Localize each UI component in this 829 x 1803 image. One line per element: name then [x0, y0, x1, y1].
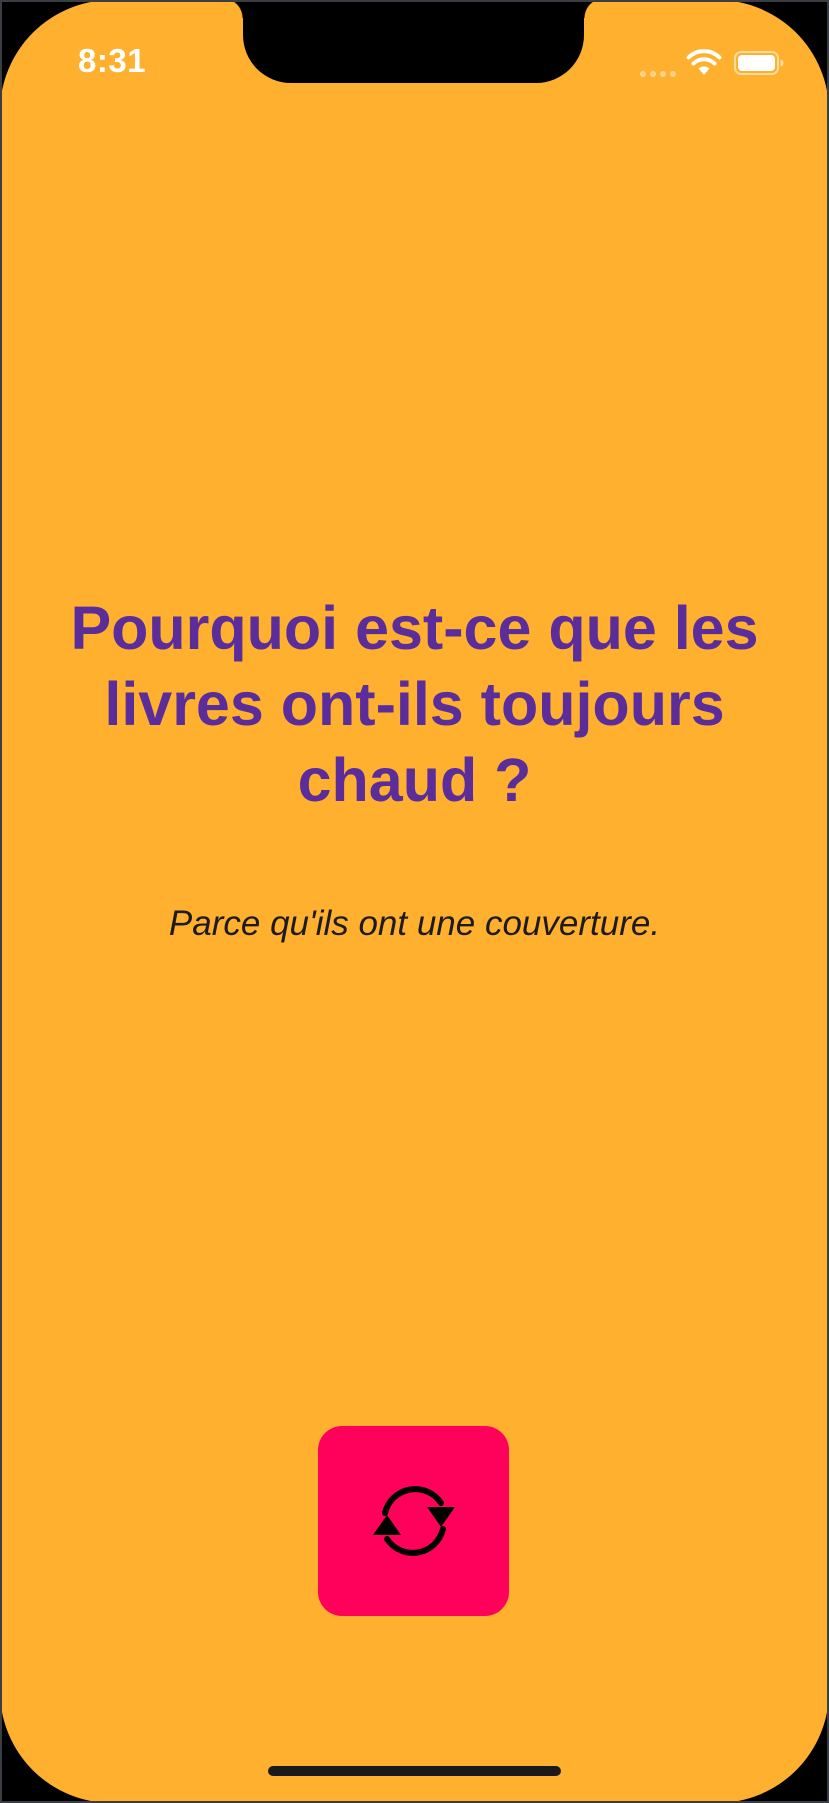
refresh-icon [372, 1486, 455, 1556]
status-time: 8:31 [78, 42, 147, 79]
joke-answer: Parce qu'ils ont une couverture. [168, 904, 661, 943]
app-screen: 8:31 Pourquoi est-ce que les livres ont-… [0, 0, 829, 1803]
joke-question: Pourquoi est-ce que les livres ont-ils t… [70, 594, 759, 814]
cellular-signal-icon [640, 71, 676, 77]
device-notch [223, 0, 604, 83]
wifi-icon [686, 49, 722, 75]
device-frame: 8:31 Pourquoi est-ce que les livres ont-… [0, 0, 829, 1803]
home-indicator[interactable] [268, 1766, 561, 1776]
battery-icon [734, 51, 784, 75]
refresh-joke-button[interactable] [318, 1426, 509, 1616]
